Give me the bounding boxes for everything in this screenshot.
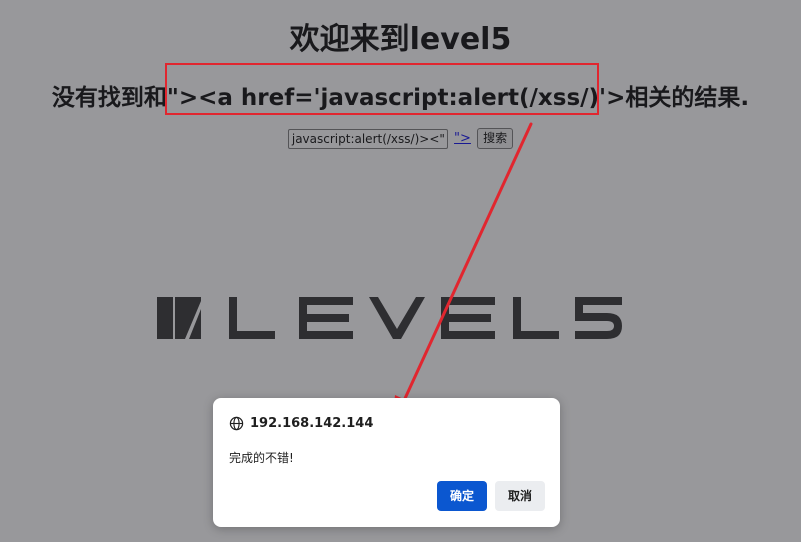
dialog-message: 完成的不错! — [229, 451, 294, 465]
ok-button[interactable]: 确定 — [437, 481, 487, 511]
arrow-shaft — [400, 122, 533, 407]
dialog-origin: 192.168.142.144 — [229, 414, 373, 432]
cancel-button[interactable]: 取消 — [495, 481, 545, 511]
dialog-origin-text: 192.168.142.144 — [250, 415, 374, 431]
globe-icon — [229, 416, 244, 430]
alert-dialog: 192.168.142.144 完成的不错! 确定 取消 — [213, 398, 560, 527]
